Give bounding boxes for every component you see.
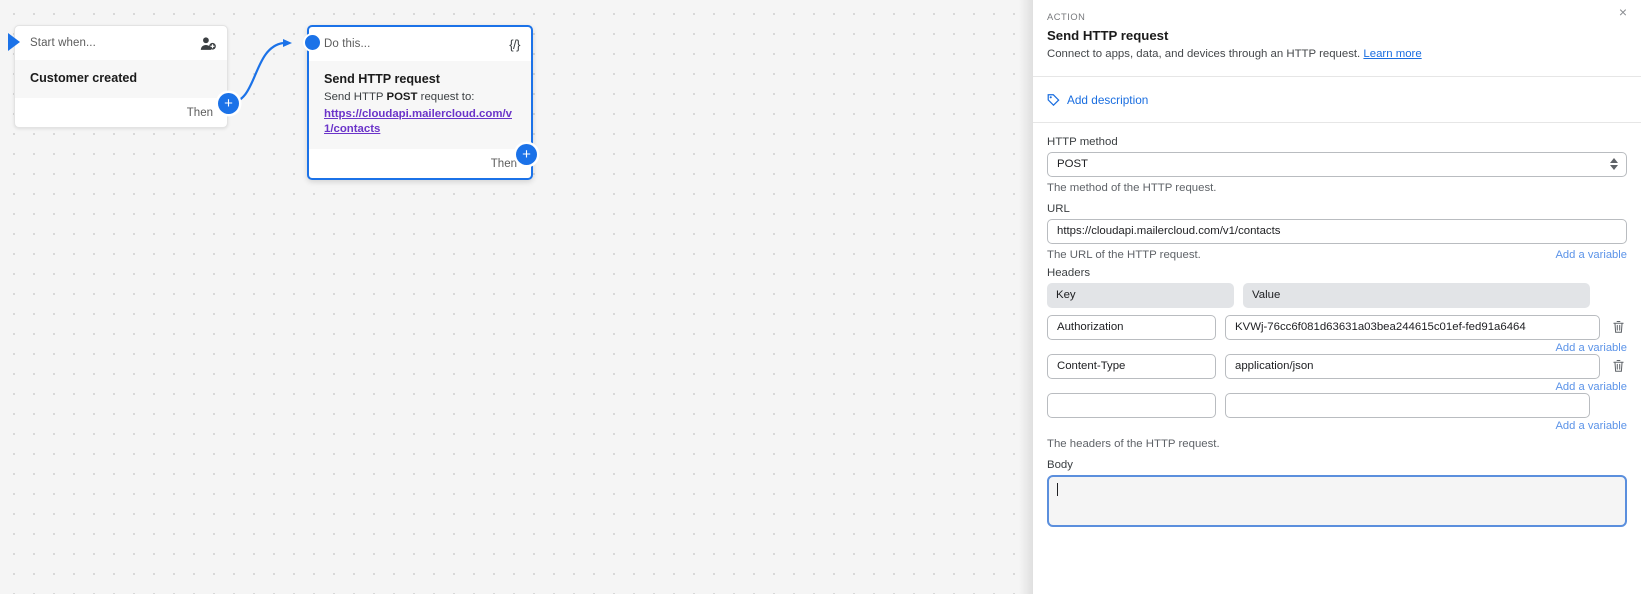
code-braces-icon: {/} (509, 37, 520, 52)
headers-row-block: Add a variable (1047, 393, 1627, 432)
action-node-footer: Then (309, 149, 531, 178)
plus-icon: + (522, 147, 531, 162)
panel-eyebrow: ACTION (1047, 12, 1627, 22)
url-help: The URL of the HTTP request. (1047, 249, 1201, 261)
headers-field-group: Headers Key Value (1047, 267, 1627, 450)
header-add-variable-link[interactable]: Add a variable (1047, 420, 1627, 432)
trigger-node-footer: Then (15, 98, 227, 127)
header-add-variable-link[interactable]: Add a variable (1047, 381, 1627, 393)
text-caret (1057, 483, 1058, 496)
tag-icon (1047, 93, 1060, 106)
header-key-input[interactable] (1047, 315, 1216, 340)
delete-header-button[interactable] (1609, 359, 1627, 373)
http-method-help: The method of the HTTP request. (1047, 182, 1627, 194)
header-value-input[interactable] (1225, 315, 1600, 340)
action-node-body: Send HTTP request Send HTTP POST request… (309, 61, 531, 149)
header-add-variable-link[interactable]: Add a variable (1047, 342, 1627, 354)
body-textarea[interactable] (1047, 475, 1627, 527)
action-config-panel: × ACTION Send HTTP request Connect to ap… (1033, 0, 1641, 594)
url-label: URL (1047, 203, 1627, 215)
action-sub-suffix: request to: (417, 91, 474, 103)
http-method-select-wrap (1047, 152, 1627, 177)
body-textarea-wrap (1047, 475, 1627, 532)
trigger-node[interactable]: Start when... Customer created Then (14, 25, 228, 128)
panel-header: × ACTION Send HTTP request Connect to ap… (1033, 0, 1641, 77)
automation-builder: Start when... Customer created Then (0, 0, 1641, 594)
headers-col-value: Value (1243, 283, 1590, 308)
trigger-node-body: Customer created (15, 60, 227, 98)
body-field-group: Body (1047, 459, 1627, 532)
headers-col-key: Key (1047, 283, 1234, 308)
action-sub-prefix: Send HTTP (324, 91, 386, 103)
close-icon[interactable]: × (1615, 4, 1631, 20)
url-input[interactable] (1047, 219, 1627, 244)
headers-table: Key Value (1047, 283, 1627, 432)
http-method-field-group: HTTP method The method of the HTTP reque… (1047, 136, 1627, 194)
table-row (1047, 354, 1627, 379)
trigger-node-title: Customer created (30, 69, 213, 87)
action-node-title: Send HTTP request (324, 70, 517, 88)
table-row (1047, 315, 1627, 340)
flow-start-arrow-icon (8, 33, 20, 51)
panel-description-text: Connect to apps, data, and devices throu… (1047, 48, 1360, 60)
learn-more-link[interactable]: Learn more (1363, 48, 1421, 60)
table-row (1047, 393, 1627, 418)
add-step-after-action-button[interactable]: + (516, 144, 537, 165)
header-value-input[interactable] (1225, 393, 1590, 418)
http-method-select[interactable] (1047, 152, 1627, 177)
page-title: Send HTTP request (1047, 28, 1627, 43)
headers-col-actions-spacer (1599, 283, 1627, 308)
headers-table-header: Key Value (1047, 283, 1627, 308)
plus-icon: + (224, 96, 233, 111)
headers-row-block: Add a variable (1047, 315, 1627, 354)
flow-canvas[interactable]: Start when... Customer created Then (0, 0, 1033, 594)
body-label: Body (1047, 459, 1627, 471)
delete-header-button[interactable] (1609, 320, 1627, 334)
add-person-icon (200, 36, 216, 51)
action-node-url-link[interactable]: https://cloudapi.mailercloud.com/v1/cont… (324, 107, 517, 138)
action-sub-method: POST (386, 91, 417, 103)
header-key-input[interactable] (1047, 354, 1216, 379)
url-field-group: URL The URL of the HTTP request. Add a v… (1047, 203, 1627, 261)
action-node-header: Do this... {/} (309, 27, 531, 61)
url-help-row: The URL of the HTTP request. Add a varia… (1047, 244, 1627, 261)
action-node-subtitle: Send HTTP POST request to: (324, 90, 517, 105)
http-request-form: HTTP method The method of the HTTP reque… (1033, 123, 1641, 532)
canvas-edge-shadow (1019, 0, 1033, 594)
panel-description: Connect to apps, data, and devices throu… (1047, 47, 1627, 63)
http-method-label: HTTP method (1047, 136, 1627, 148)
header-key-input[interactable] (1047, 393, 1216, 418)
add-step-after-trigger-button[interactable]: + (218, 93, 239, 114)
trigger-node-header-label: Start when... (30, 37, 96, 49)
action-node[interactable]: Do this... {/} Send HTTP request Send HT… (307, 25, 533, 180)
action-node-header-label: Do this... (324, 38, 370, 50)
url-add-variable-link[interactable]: Add a variable (1555, 249, 1627, 261)
action-node-input-port[interactable] (305, 35, 320, 50)
add-description-button[interactable]: Add description (1033, 77, 1641, 123)
headers-help: The headers of the HTTP request. (1047, 438, 1627, 450)
action-then-label: Then (491, 158, 517, 170)
trigger-node-header: Start when... (15, 26, 227, 60)
headers-row-block: Add a variable (1047, 354, 1627, 393)
header-value-input[interactable] (1225, 354, 1600, 379)
add-description-label: Add description (1067, 93, 1148, 107)
headers-label: Headers (1047, 267, 1627, 279)
trigger-then-label: Then (187, 107, 213, 119)
